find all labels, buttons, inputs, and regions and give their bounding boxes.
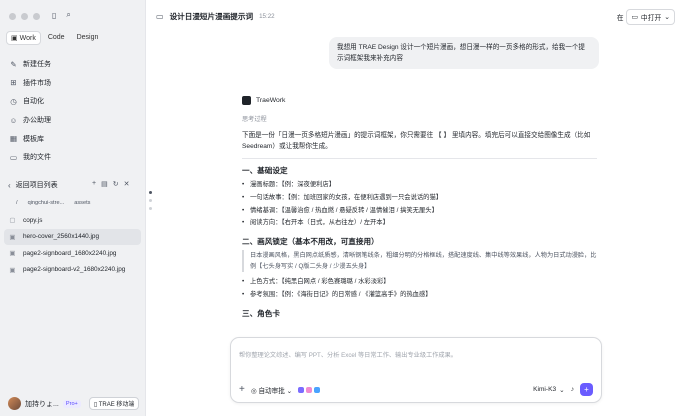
back-to-projects[interactable]: ‹ 返回项目列表 [8, 180, 58, 190]
edit-icon: ✎ [10, 59, 17, 69]
page-title: 设计日漫短片漫画提示词 [169, 11, 254, 21]
close-icon[interactable]: ✕ [124, 180, 130, 188]
nav-automation[interactable]: ◷ 自动化 [6, 92, 139, 111]
list-item: 一句话故事：【例：加班回家的女孩，在便利店遇到一只会说话的猫】 [242, 192, 597, 205]
chat-header: ▭ 设计日漫短片漫画提示词 15:22 在 ▭ 中打开 ⌄ [146, 0, 690, 32]
chevron-down-icon: ⌄ [664, 14, 670, 21]
sidebar: ▯ ⌕ ▣ Work Code Design ✎ 新建任务 ⊞ 插件市场 ◷ 自动化 ☺… [0, 0, 145, 416]
open-in-button[interactable]: ▭ 中打开 ⌄ [626, 9, 675, 25]
template-icon: ▦ [9, 134, 18, 144]
list-item: 阅读方向：【右开本（日式，从右往左）/ 左开本】 [242, 217, 597, 230]
phone-icon: ▯ [93, 402, 98, 408]
intro-paragraph: 下面是一份「日漫一页多格短片漫画」的提示词框架，你只需要往 【 】 里填内容。填… [242, 132, 591, 150]
tab-work[interactable]: ▣ Work [6, 31, 41, 45]
nav-plugin-market[interactable]: ⊞ 插件市场 [6, 74, 139, 93]
tool-icons[interactable] [298, 386, 321, 393]
robot-icon: ☺ [9, 115, 18, 125]
folder-icon: ▭ [9, 152, 18, 162]
blockquote: 日本漫画风格，黑白网点纸质感，清晰钢笔线条，粗细分明的分格框线，搭配速度线、集中… [242, 250, 597, 273]
tab-code[interactable]: Code [43, 31, 70, 45]
sidebar-nav: ✎ 新建任务 ⊞ 插件市场 ◷ 自动化 ☺ 办公助理 ▦ 模板库 ▭ 我的文件 [6, 55, 139, 167]
avatar[interactable] [8, 397, 21, 410]
mode-tabs: ▣ Work Code Design [6, 31, 103, 45]
list-item: 情绪基调：【温馨治愈 / 热血燃 / 悬疑反转 / 温情催泪 / 搞笑无厘头】 [242, 205, 597, 218]
user-message: 我想用 TRAE Design 设计一个短片漫画，想日漫一样的一页多格的形式，给… [329, 37, 599, 69]
code-file-icon: ▢ [9, 217, 16, 225]
message-input[interactable]: 帮你整理论文综述、编写 PPT、分析 Excel 等日常工作、输出专业级工作成果… [239, 350, 457, 359]
grid-icon: ⊞ [10, 78, 17, 88]
file-item[interactable]: ▣ hero-cover_2560x1440.jpg [4, 228, 141, 245]
shield-icon: ◎ [250, 387, 257, 395]
folder-icon: ▭ [631, 14, 638, 21]
conversation-nav-dots[interactable] [149, 191, 152, 210]
chevron-down-icon: ⌄ [286, 387, 293, 395]
briefcase-icon: ▣ [11, 35, 18, 42]
list-item: 参考氛围：【例：《海街日记》的日常感 / 《灌篮高手》的热血感】 [242, 289, 597, 302]
assistant-message: TraeWork 思考过程 下面是一份「日漫一页多格短片漫画」的提示词框架，你只… [242, 96, 597, 322]
plan-badge: Pro+ [62, 399, 81, 408]
assistant-name: TraeWork [256, 97, 286, 104]
section-heading: 三、角色卡 [242, 308, 280, 318]
chat-icon: ▭ [156, 11, 164, 21]
send-button[interactable]: + [580, 383, 593, 396]
sidebar-toggle-icon[interactable]: ▯ [52, 10, 56, 20]
chat-main: ▭ 设计日漫短片漫画提示词 15:22 在 ▭ 中打开 ⌄ 我想用 TRAE Des… [145, 0, 690, 416]
thinking-toggle[interactable]: 思考过程 [242, 114, 597, 123]
image-file-icon: ▣ [9, 266, 16, 274]
image-file-icon: ▣ [9, 233, 16, 241]
tab-design[interactable]: Design [72, 31, 104, 45]
file-list: ▢ copy.js ▣ hero-cover_2560x1440.jpg ▣ page… [4, 212, 141, 278]
user-bar: 加持りょ... Pro+ ▯ TRAE 移动端 [8, 397, 140, 410]
list-item: 上色方式：【纯黑白网点 / 彩色赛璐璐 / 水彩淡彩】 [242, 276, 597, 289]
add-attachment-icon[interactable]: + [239, 384, 245, 395]
chevron-down-icon: ⌄ [559, 386, 565, 394]
section-heading: 一、基础设定 [242, 166, 288, 175]
timestamp: 15:22 [259, 12, 275, 20]
nav-office-assistant[interactable]: ☺ 办公助理 [6, 111, 139, 130]
mobile-app-button[interactable]: ▯ TRAE 移动端 [88, 397, 140, 410]
model-selector[interactable]: Kimi-K3 ⌄ [533, 386, 565, 394]
microphone-icon[interactable]: ♪ [571, 386, 574, 393]
app-window: ▯ ⌕ ▣ Work Code Design ✎ 新建任务 ⊞ 插件市场 ◷ 自动化 ☺… [0, 0, 690, 416]
section-heading: 二、画风锁定（基本不用改，可直接用） [242, 237, 379, 247]
nav-my-files[interactable]: ▭ 我的文件 [6, 148, 139, 167]
breadcrumb: / qingchui-stre... assets [16, 200, 91, 206]
auto-approve-toggle[interactable]: ◎ 自动审批 ⌄ [251, 385, 292, 395]
file-item[interactable]: ▣ page2-signboard-v2_1680x2240.jpg [4, 262, 141, 279]
image-file-icon: ▣ [9, 250, 16, 258]
search-icon[interactable]: ⌕ [66, 10, 70, 20]
user-name[interactable]: 加持りょ... [25, 399, 59, 409]
layout-icon[interactable]: ▤ [101, 180, 108, 188]
nav-template-library[interactable]: ▦ 模板库 [6, 129, 139, 148]
refresh-icon[interactable]: ↻ [113, 180, 119, 188]
message-composer: 帮你整理论文综述、编写 PPT、分析 Excel 等日常工作、输出专业级工作成果… [230, 337, 602, 403]
clock-icon: ◷ [10, 96, 17, 106]
divider [242, 158, 597, 159]
file-item[interactable]: ▢ copy.js [4, 212, 141, 229]
chevron-left-icon: ‹ [8, 180, 11, 190]
nav-new-task[interactable]: ✎ 新建任务 [6, 55, 139, 74]
file-item[interactable]: ▣ page2-signboard_1680x2240.jpg [4, 245, 141, 262]
traework-logo-icon [242, 96, 251, 105]
open-in-label: 在 [616, 15, 624, 22]
window-controls[interactable] [9, 13, 40, 20]
add-icon[interactable]: + [92, 180, 96, 188]
list-item: 漫画标题：【例：深夜便利店】 [242, 179, 597, 192]
